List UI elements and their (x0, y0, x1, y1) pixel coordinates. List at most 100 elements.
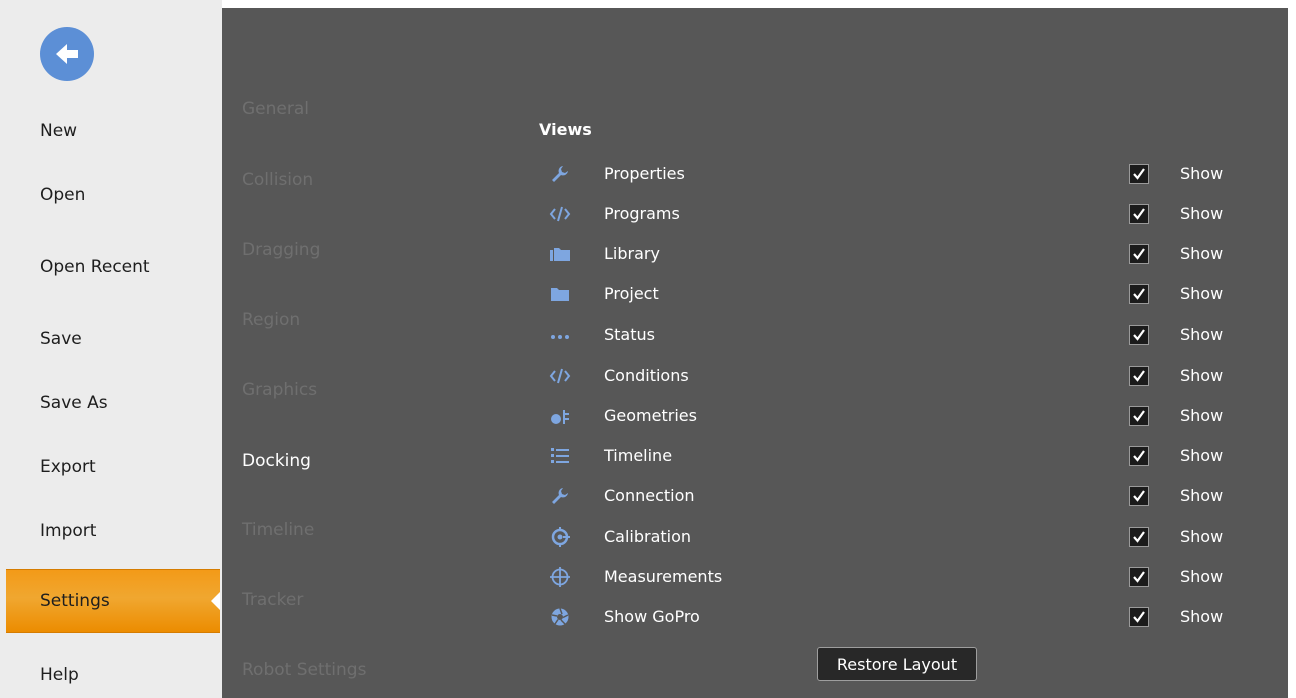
category-tracker[interactable]: Tracker (242, 590, 303, 610)
file-menu: New Open Open Recent Save Save As Export… (0, 0, 222, 698)
menu-item-new[interactable]: New (0, 110, 214, 152)
view-label: Geometries (604, 406, 697, 425)
view-row-status: Status Show (548, 321, 1248, 349)
view-show-checkbox[interactable] (1124, 240, 1154, 268)
menu-item-label: Export (40, 457, 96, 477)
menu-item-import[interactable]: Import (0, 510, 214, 552)
settings-panel: General Collision Dragging Region Graphi… (222, 8, 1288, 698)
view-show-checkbox[interactable] (1124, 200, 1154, 228)
checkbox-box (1129, 204, 1149, 224)
code-icon (548, 364, 572, 388)
category-region[interactable]: Region (242, 310, 300, 330)
active-caret-icon (211, 592, 220, 610)
view-show-label: Show (1180, 486, 1224, 505)
wrench-icon (548, 162, 572, 186)
wrench-icon (548, 484, 572, 508)
view-label: Show GoPro (604, 607, 700, 626)
views-heading: Views (539, 120, 592, 139)
view-label: Conditions (604, 366, 689, 385)
category-dragging[interactable]: Dragging (242, 240, 320, 260)
check-icon (1133, 410, 1145, 422)
list-icon (548, 444, 572, 468)
check-icon (1133, 531, 1145, 543)
view-show-checkbox[interactable] (1124, 603, 1154, 631)
view-label: Properties (604, 164, 685, 183)
view-row-geometries: Geometries Show (548, 402, 1248, 430)
dots-icon (548, 323, 572, 347)
view-show-label: Show (1180, 204, 1224, 223)
check-icon (1133, 329, 1145, 341)
view-show-checkbox[interactable] (1124, 523, 1154, 551)
menu-item-save-as[interactable]: Save As (0, 382, 214, 424)
view-row-project: Project Show (548, 280, 1248, 308)
view-show-checkbox[interactable] (1124, 482, 1154, 510)
check-icon (1133, 370, 1145, 382)
category-timeline[interactable]: Timeline (242, 520, 314, 540)
category-general[interactable]: General (242, 99, 309, 119)
view-row-calibration: Calibration Show (548, 523, 1248, 551)
view-show-checkbox[interactable] (1124, 402, 1154, 430)
view-show-checkbox[interactable] (1124, 160, 1154, 188)
view-label: Programs (604, 204, 680, 223)
checkbox-box (1129, 567, 1149, 587)
checkbox-box (1129, 607, 1149, 627)
view-row-measurements: Measurements Show (548, 563, 1248, 591)
menu-item-label: Help (40, 665, 79, 685)
view-label: Measurements (604, 567, 723, 586)
category-docking[interactable]: Docking (242, 451, 311, 471)
check-icon (1133, 450, 1145, 462)
view-show-label: Show (1180, 325, 1224, 344)
menu-item-export[interactable]: Export (0, 446, 214, 488)
crosshair-icon (548, 565, 572, 589)
view-show-checkbox[interactable] (1124, 362, 1154, 390)
check-icon (1133, 288, 1145, 300)
menu-item-open[interactable]: Open (0, 174, 214, 216)
check-icon (1133, 571, 1145, 583)
check-icon (1133, 168, 1145, 180)
menu-item-label: Import (40, 521, 97, 541)
view-row-show-gopro: Show GoPro Show (548, 603, 1248, 631)
menu-item-help[interactable]: Help (0, 654, 214, 696)
view-row-connection: Connection Show (548, 482, 1248, 510)
menu-item-save[interactable]: Save (0, 318, 214, 360)
folders-icon (548, 242, 572, 266)
category-collision[interactable]: Collision (242, 170, 313, 190)
view-show-checkbox[interactable] (1124, 321, 1154, 349)
back-button[interactable] (40, 27, 94, 81)
menu-item-label: New (40, 121, 78, 141)
check-icon (1133, 490, 1145, 502)
view-show-checkbox[interactable] (1124, 563, 1154, 591)
folder-icon (548, 282, 572, 306)
category-graphics[interactable]: Graphics (242, 380, 317, 400)
menu-item-open-recent[interactable]: Open Recent (0, 246, 214, 288)
check-icon (1133, 208, 1145, 220)
arrow-left-icon (56, 44, 78, 64)
checkbox-box (1129, 325, 1149, 345)
checkbox-box (1129, 164, 1149, 184)
view-show-checkbox[interactable] (1124, 280, 1154, 308)
code-icon (548, 202, 572, 226)
view-label: Connection (604, 486, 695, 505)
view-row-library: Library Show (548, 240, 1248, 268)
view-show-label: Show (1180, 446, 1224, 465)
menu-item-label: Save (40, 329, 82, 349)
check-icon (1133, 248, 1145, 260)
view-label: Project (604, 284, 659, 303)
check-icon (1133, 611, 1145, 623)
menu-item-label: Settings (40, 591, 110, 611)
view-label: Calibration (604, 527, 692, 546)
restore-layout-button[interactable]: Restore Layout (817, 647, 977, 681)
checkbox-box (1129, 366, 1149, 386)
menu-item-settings[interactable]: Settings (6, 569, 220, 633)
view-row-conditions: Conditions Show (548, 362, 1248, 390)
view-show-label: Show (1180, 164, 1224, 183)
category-robot-settings[interactable]: Robot Settings (242, 660, 366, 680)
view-show-checkbox[interactable] (1124, 442, 1154, 470)
menu-item-label: Save As (40, 393, 108, 413)
checkbox-box (1129, 446, 1149, 466)
checkbox-box (1129, 527, 1149, 547)
checkbox-box (1129, 244, 1149, 264)
checkbox-box (1129, 486, 1149, 506)
target-icon (548, 525, 572, 549)
menu-item-label: Open (40, 185, 86, 205)
